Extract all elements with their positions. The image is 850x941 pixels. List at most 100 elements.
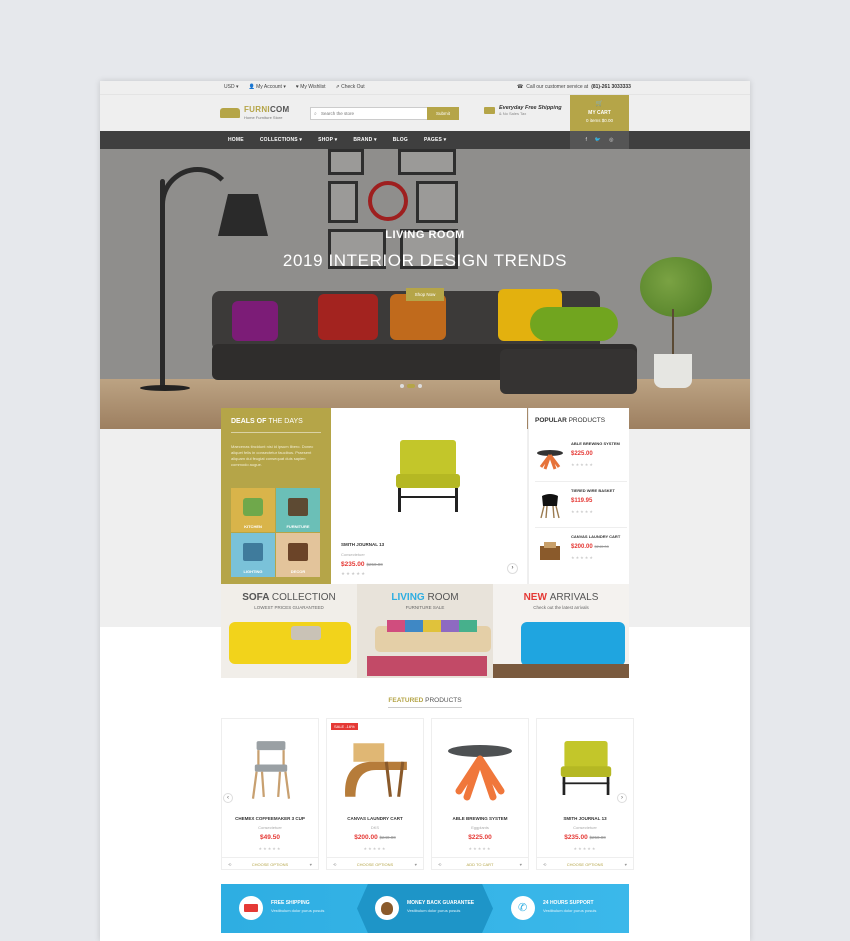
compare-icon[interactable]: ⟲ [543,858,546,871]
banner-title-a: SOFA [242,592,270,603]
top-bar: USD ▾ 👤 My Account ▾ ♥ My Wishlist ⇗ Che… [100,81,750,95]
carousel-prev-icon[interactable]: ‹ [223,793,233,803]
product-price: $225.00 [468,834,492,841]
compare-icon[interactable]: ⟲ [438,858,441,871]
sofa-chaise [500,349,637,394]
rating-stars: ★★★★★ [363,846,387,851]
product-name[interactable]: ABLE BREWING SYSTEM [432,816,528,821]
banner-subtitle: FURNITURE SALE [405,605,445,610]
product-actions: ⟲ ADD TO CART ♥ [432,857,528,871]
slider-dot[interactable] [418,384,422,388]
furniture-icon [288,498,308,516]
product-price: $200.00 $240.00 [327,834,423,841]
floor-rug [493,664,629,678]
instagram-icon[interactable]: ◎ [609,137,613,143]
service-title: FREE SHIPPING [271,900,310,906]
popular-title-a: POPULAR [535,417,567,424]
choose-options-button[interactable]: CHOOSE OPTIONS [567,862,603,867]
choose-options-button[interactable]: CHOOSE OPTIONS [357,862,393,867]
support-phone-icon: ✆ [511,896,535,920]
nav-item-blog[interactable]: BLOG [393,137,408,143]
call-text: Call our customer service at [526,84,589,90]
product-card[interactable]: CHEMEX COFFEEMAKER 3 CUP Consectetuer $4… [221,718,319,870]
product-price-old: $250.00 [589,835,606,840]
product-name[interactable]: SMITH JOURNAL 13 [537,816,633,821]
my-account-label: My Account ▾ [256,84,286,90]
wishlist-heart-icon[interactable]: ♥ [310,858,312,871]
nav-item-home[interactable]: HOME [228,137,244,143]
heading-underline [388,707,462,708]
banner-title-a: NEW [523,592,547,603]
brewing-system-image [448,745,512,801]
wall-frame [398,149,456,175]
nav-item-pages[interactable]: PAGES ▾ [424,137,446,143]
popular-item[interactable]: ABLE BREWING SYSTEM $225.00 ★★★★★ [535,435,627,479]
popular-item[interactable]: CANVAS LAUNDRY CART $200.00 $240.00 ★★★★… [535,527,627,571]
wishlist-heart-icon[interactable]: ♥ [415,858,417,871]
search-submit-button[interactable]: Submit [427,107,459,120]
hero-shop-now-button[interactable]: Shop Now [405,288,445,301]
product-category: Consectetuer [258,825,282,830]
product-name[interactable]: CHEMEX COFFEEMAKER 3 CUP [222,816,318,821]
popular-item-name[interactable]: ABLE BREWING SYSTEM [571,441,620,446]
popular-item[interactable]: TIERED WIRE BASKET $119.95 ★★★★★ [535,481,627,525]
product-name[interactable]: CANVAS LAUNDRY CART [327,816,423,821]
banner-sofa-collection[interactable]: SOFA COLLECTION LOWEST PRICES GUARANTEED [221,584,357,678]
facebook-icon[interactable]: f [586,137,587,143]
hero-subtitle: LIVING ROOM [385,229,465,241]
rating-stars: ★★★★★ [571,555,594,560]
wishlist-heart-icon[interactable]: ♥ [520,858,522,871]
product-price-current: $200.00 [354,834,378,841]
slider-dot[interactable] [400,384,404,388]
logo[interactable]: FURNICOM Home Furniture Store [220,105,290,120]
rating-stars: ★★★★★ [258,846,282,851]
deals-title-a: DEALS OF [231,418,267,425]
deal-price-current: $235.00 [341,561,365,568]
category-tile-lighting[interactable]: LIGHTING [231,533,275,577]
category-tile-label: LIGHTING [243,569,263,574]
promo-banners: SOFA COLLECTION LOWEST PRICES GUARANTEED… [221,584,629,678]
category-tile-furniture[interactable]: FURNITURE [276,488,320,532]
currency-selector[interactable]: USD ▾ [224,84,238,90]
logo-name-a: FURNI [244,105,270,114]
slider-dot-active[interactable] [407,384,415,388]
banner-new-arrivals[interactable]: NEW ARRIVALS Check out the latest arriva… [493,584,629,678]
yellow-chair-image [396,440,460,512]
banner-living-room[interactable]: LIVING ROOM FURNITURE SALE [357,584,493,678]
category-tile-kitchen[interactable]: KITCHEN [231,488,275,532]
yellow-chair-image [560,741,612,795]
product-card[interactable]: ABLE BREWING SYSTEM Eggplants $225.00 ★★… [431,718,529,870]
popular-title-b: PRODUCTS [568,417,606,424]
nav-item-brand[interactable]: BRAND ▾ [353,137,376,143]
shipping-info: Everyday Free Shipping & No Sales Tax [484,105,562,116]
search-input[interactable] [311,108,421,119]
deal-product-card[interactable]: SMITH JOURNAL 13 Consectetuer $235.00 $25… [331,408,527,584]
compare-icon[interactable]: ⟲ [333,858,336,871]
popular-price-current: $200.00 [571,544,593,550]
checkout-link[interactable]: ⇗ Check Out [335,84,364,90]
banner-title-b: COLLECTION [271,592,336,603]
banner-title: SOFA COLLECTION [221,592,357,603]
wishlist-link[interactable]: ♥ My Wishlist [296,84,326,90]
popular-item-name[interactable]: TIERED WIRE BASKET [571,488,615,493]
carousel-next-icon[interactable]: › [617,793,627,803]
compare-icon[interactable]: ⟲ [228,858,231,871]
deal-product-name[interactable]: SMITH JOURNAL 13 [341,542,384,547]
choose-options-button[interactable]: CHOOSE OPTIONS [252,862,288,867]
cart-button[interactable]: 🛒 MY CART 0 items $0.00 [570,95,629,131]
popular-item-name[interactable]: CANVAS LAUNDRY CART [571,534,620,539]
twitter-icon[interactable]: 🐦 [595,137,601,143]
wishlist-heart-icon[interactable]: ♥ [625,858,627,871]
category-tile-decor[interactable]: DECOR [276,533,320,577]
nav-item-collections[interactable]: COLLECTIONS ▾ [260,137,302,143]
kitchen-icon [243,498,263,516]
next-arrow-icon[interactable]: › [507,563,518,574]
add-to-cart-button[interactable]: ADD TO CART [467,862,494,867]
hero-slider[interactable]: LIVING ROOM 2019 INTERIOR DESIGN TRENDS … [100,149,750,429]
product-card[interactable]: SALE -16% CANVAS LAUNDRY CART DKS $200.0… [326,718,424,870]
hero-title: 2019 INTERIOR DESIGN TRENDS [282,251,568,270]
cart-icon: 🛒 [595,101,604,107]
my-account-link[interactable]: 👤 My Account ▾ [248,84,285,90]
nav-item-shop[interactable]: SHOP ▾ [318,137,337,143]
hero-caption: LIVING ROOM 2019 INTERIOR DESIGN TRENDS … [100,229,750,301]
